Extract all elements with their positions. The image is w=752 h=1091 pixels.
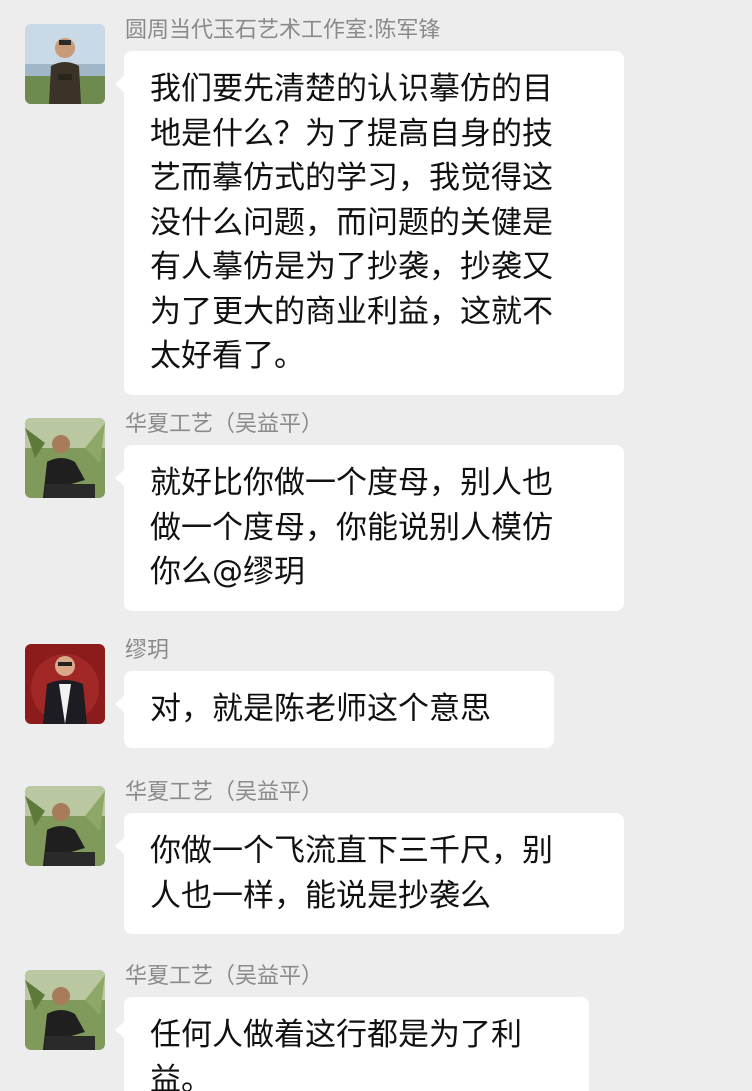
message-line: 做一个度母，你能说别人模仿	[150, 509, 553, 546]
message-line: 人也一样，能说是抄袭么	[150, 877, 491, 914]
message-line: 你么@缪玥	[150, 554, 305, 590]
message-bubble[interactable]: 就好比你做一个度母，别人也 做一个度母，你能说别人模仿 你么@缪玥	[115, 445, 624, 611]
avatar[interactable]	[25, 970, 105, 1050]
sender-name: 华夏工艺（吴益平）	[125, 780, 324, 805]
message-bubble[interactable]: 你做一个飞流直下三千尺，别 人也一样，能说是抄袭么	[115, 813, 624, 934]
message-bubble[interactable]: 对，就是陈老师这个意思	[115, 671, 554, 748]
message-bubble[interactable]: 我们要先清楚的认识摹仿的目 地是什么？为了提高自身的技 艺而摹仿式的学习，我觉得…	[115, 51, 624, 395]
message-bubble[interactable]: 任何人做着这行都是为了利 益。	[115, 997, 589, 1091]
message-line: 益。	[150, 1061, 212, 1091]
sender-name: 华夏工艺（吴益平）	[125, 412, 324, 437]
avatar[interactable]	[25, 786, 105, 866]
message-line: 没什么问题，而问题的关健是	[150, 204, 553, 241]
message-line: 艺而摹仿式的学习，我觉得这	[150, 160, 553, 196]
message-line: 有人摹仿是为了抄袭，抄袭又	[150, 249, 553, 285]
message-line: 你做一个飞流直下三千尺，别	[150, 833, 553, 869]
message-line: 就好比你做一个度母，别人也	[150, 465, 553, 501]
avatar[interactable]	[25, 418, 105, 498]
sender-name: 缪玥	[125, 638, 170, 663]
message-line: 太好看了。	[150, 338, 305, 374]
message-line: 任何人做着这行都是为了利	[150, 1017, 522, 1053]
avatar[interactable]	[25, 644, 105, 724]
avatar[interactable]	[25, 24, 105, 104]
message-line: 地是什么？为了提高自身的技	[150, 115, 553, 152]
message-line: 对，就是陈老师这个意思	[150, 691, 491, 727]
sender-name: 圆周当代玉石艺术工作室:陈军锋	[125, 18, 441, 43]
sender-name: 华夏工艺（吴益平）	[125, 964, 324, 989]
chat-log: 圆周当代玉石艺术工作室:陈军锋 我们要先清楚的认识摹仿的目 地是什么？为了提高自…	[0, 0, 752, 1091]
message-line: 为了更大的商业利益，这就不	[150, 293, 553, 330]
message-line: 我们要先清楚的认识摹仿的目	[150, 71, 553, 107]
